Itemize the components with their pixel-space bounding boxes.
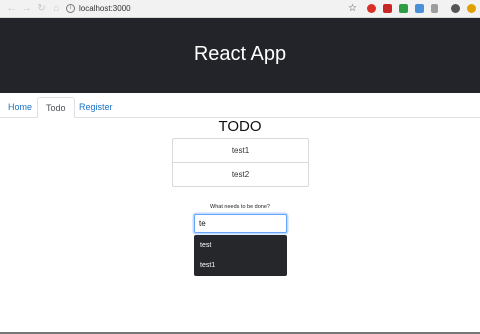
back-icon[interactable]: ← [6, 3, 17, 14]
suggestion-item[interactable]: test1 [194, 257, 287, 275]
extension-icon-2[interactable] [383, 4, 392, 13]
app-title: React App [193, 43, 287, 65]
todo-list: test1 test2 [172, 138, 309, 187]
extension-icon-3[interactable] [399, 4, 408, 13]
suggestion-item[interactable]: test [194, 237, 287, 255]
list-item[interactable]: test1 [173, 139, 308, 162]
list-item[interactable]: test2 [173, 162, 308, 186]
app-header: React App [0, 18, 480, 93]
tab-register[interactable]: Register [71, 97, 121, 118]
tab-home[interactable]: Home [0, 97, 40, 118]
address-bar[interactable]: i localhost:3000 [66, 2, 366, 15]
bookmark-star-icon[interactable]: ☆ [348, 3, 357, 14]
profile-avatar-icon[interactable] [451, 4, 460, 13]
tab-todo[interactable]: Todo [37, 97, 75, 118]
extension-icon-6[interactable] [467, 4, 476, 13]
todo-input-label: What needs to be done? [210, 204, 270, 210]
page-title: TODO [218, 118, 262, 135]
info-icon[interactable]: i [66, 4, 75, 14]
extension-icon-4[interactable] [415, 4, 424, 13]
url-text: localhost:3000 [79, 4, 131, 13]
todo-input[interactable] [194, 214, 287, 233]
autocomplete-dropdown: test test1 [194, 235, 287, 276]
nav-tabs: Home Todo Register [0, 93, 480, 118]
reload-icon[interactable]: ↻ [36, 3, 47, 14]
forward-icon[interactable]: → [21, 3, 32, 14]
browser-toolbar: ← → ↻ ⌂ i localhost:3000 ☆ [0, 0, 480, 18]
extension-icon-5[interactable] [431, 4, 438, 13]
home-icon[interactable]: ⌂ [51, 3, 62, 14]
extension-icon-1[interactable] [367, 4, 376, 13]
